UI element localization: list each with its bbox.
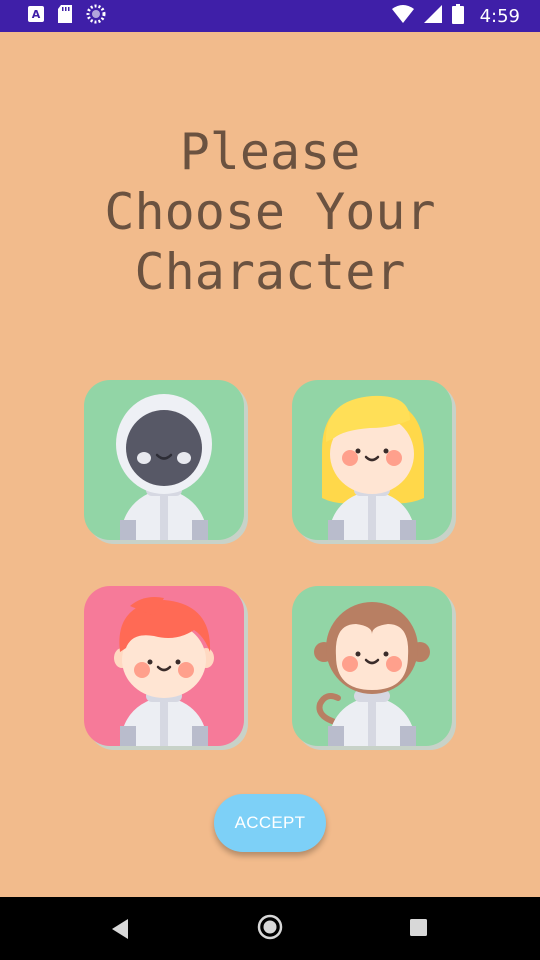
- home-icon[interactable]: [257, 914, 283, 940]
- title-line-1: Please: [179, 123, 361, 181]
- status-time: 4:59: [479, 5, 520, 27]
- title-line-3: Character: [134, 243, 406, 301]
- navigation-bar: [0, 897, 540, 960]
- title-line-2: Choose Your: [104, 183, 436, 241]
- sd-card-icon: [58, 5, 72, 27]
- svg-text:A: A: [32, 8, 41, 21]
- recents-icon[interactable]: [410, 919, 427, 936]
- robot-astronaut-avatar: [116, 394, 212, 540]
- accept-button[interactable]: ACCEPT: [214, 794, 326, 852]
- blonde-girl-astronaut-avatar: [322, 395, 424, 540]
- font-download-icon: A: [28, 6, 44, 26]
- character-card-robot[interactable]: [84, 380, 244, 540]
- battery-icon: [451, 4, 464, 28]
- back-icon[interactable]: [112, 919, 130, 939]
- character-card-monkey[interactable]: [292, 586, 452, 746]
- character-card-redhead-boy[interactable]: [84, 586, 244, 746]
- redhead-boy-astronaut-avatar: [114, 597, 214, 746]
- cell-signal-icon: [423, 5, 442, 27]
- loading-spinner-icon: [86, 4, 106, 28]
- wifi-icon: [391, 5, 414, 27]
- monkey-astronaut-avatar: [314, 602, 430, 746]
- character-card-blonde-girl[interactable]: [292, 380, 452, 540]
- page-title: Please Choose Your Character: [0, 122, 540, 302]
- status-bar: A 4:59: [0, 0, 540, 32]
